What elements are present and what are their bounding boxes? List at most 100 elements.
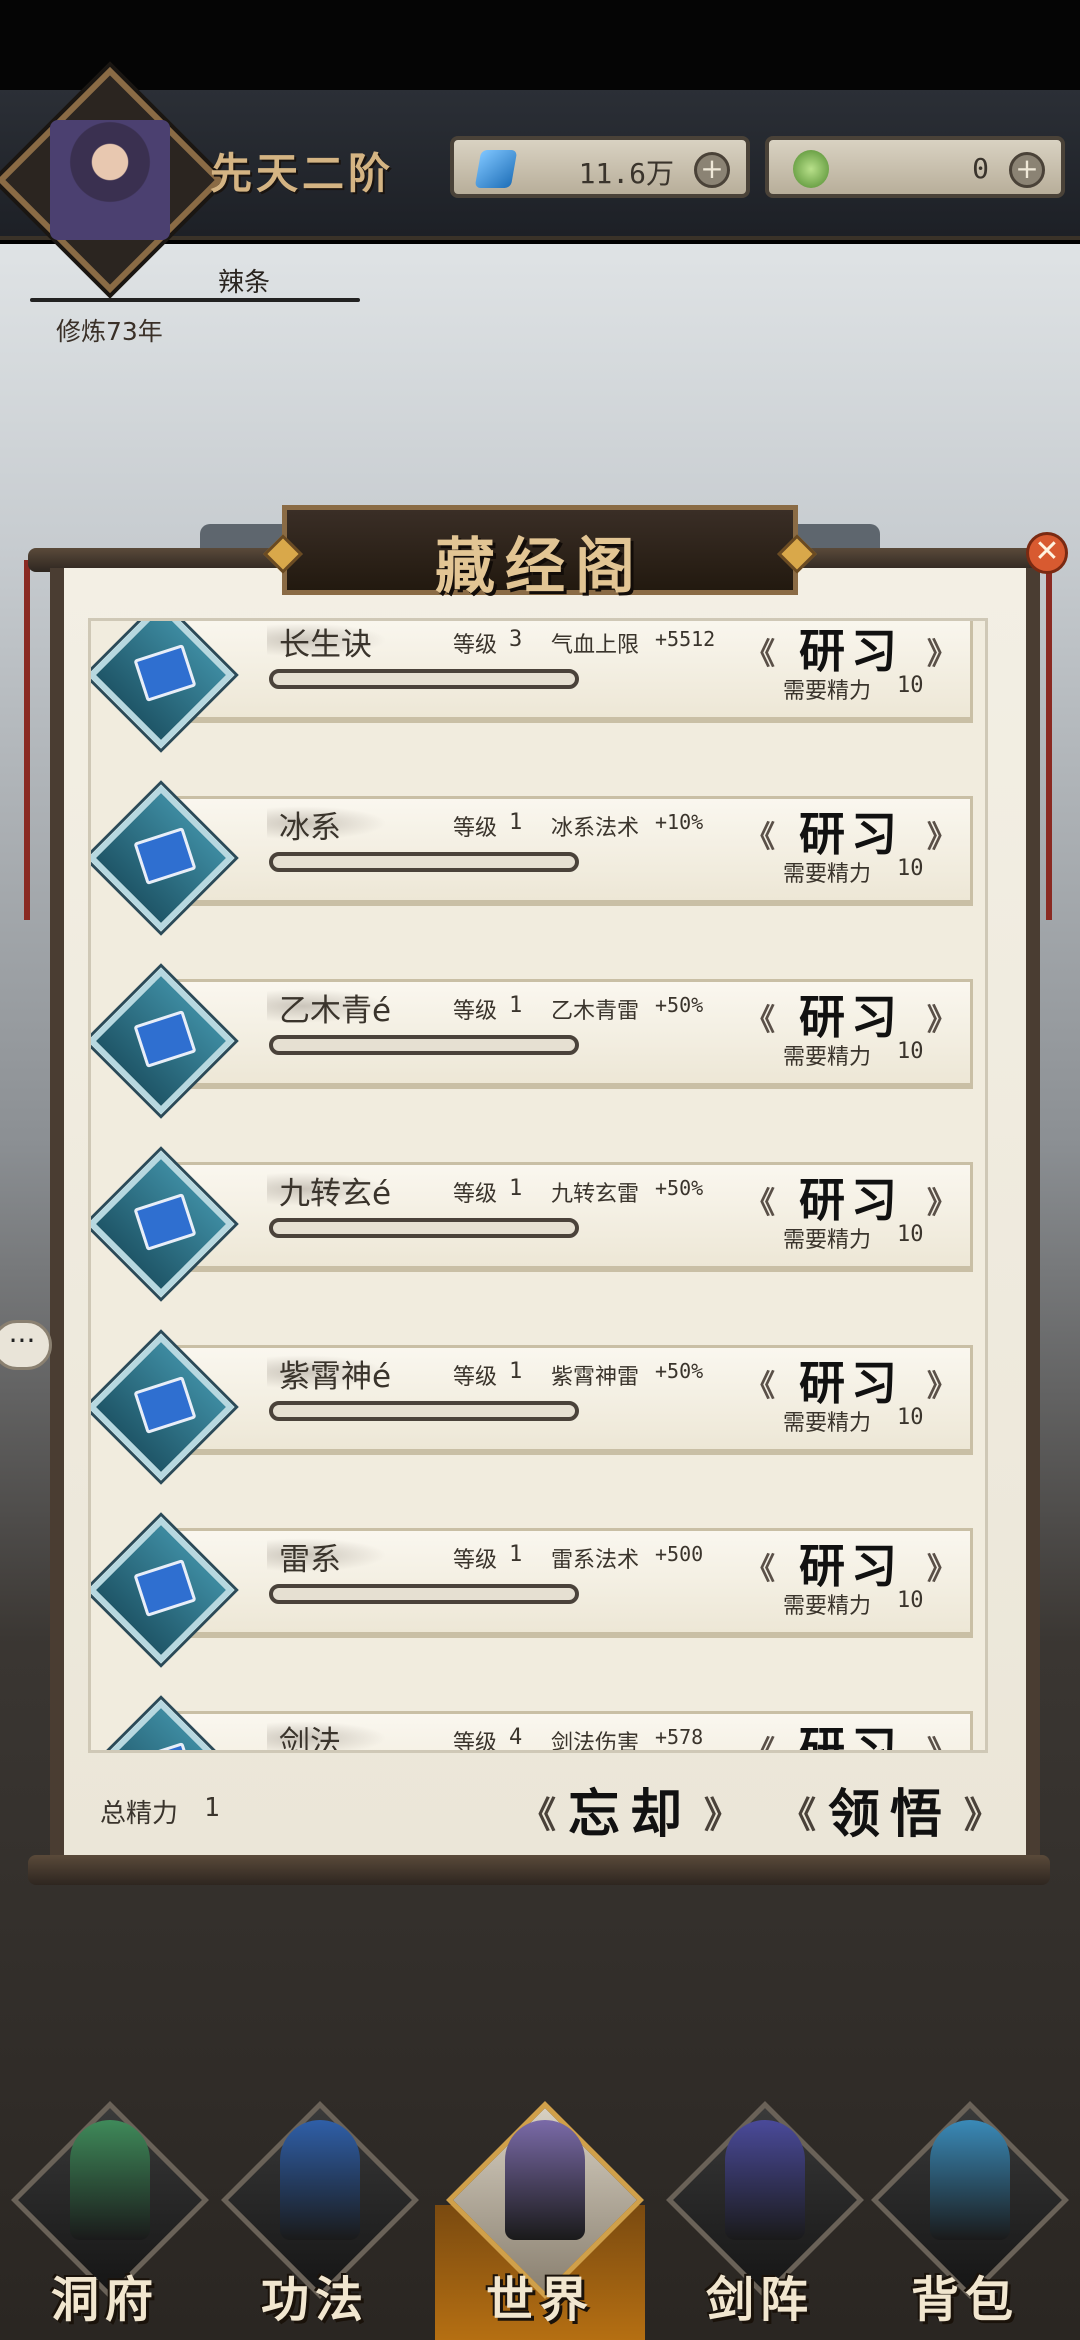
effect-value: +50% (655, 993, 704, 1017)
effect-value: +500 (655, 1542, 704, 1566)
player-name: 辣条 (218, 268, 271, 298)
nav-item-2[interactable]: 世界 (445, 2101, 644, 2328)
cost-value: 10 (897, 673, 924, 698)
study-label: 研习 (799, 1173, 903, 1227)
study-label: 研习 (799, 807, 903, 861)
skill-row[interactable]: 乙木青é 等级 1 乙木青雷 +50% 《研习》需要精力 10 (91, 967, 985, 1115)
comprehend-button[interactable]: 《 领悟 》 (780, 1772, 1000, 1845)
chevron-right-icon: 》 (927, 1552, 957, 1587)
skill-row[interactable]: 冰系 等级 1 冰系法术 +10% 《研习》需要精力 10 (91, 784, 985, 932)
level-value: 3 (509, 627, 523, 652)
effect-label: 九转玄雷 (551, 1182, 640, 1207)
skill-progress-bar (269, 669, 579, 689)
skill-name: 冰系 (279, 810, 341, 846)
cost-value: 10 (897, 1222, 924, 1247)
skill-row[interactable]: 长生诀 等级 3 气血上限 +5512 《研习》需要精力 10 (91, 621, 985, 749)
skill-row[interactable]: 九转玄é 等级 1 九转玄雷 +50% 《研习》需要精力 10 (91, 1150, 985, 1298)
cost-label: 需要精力 (783, 1228, 872, 1253)
nav-item-0[interactable]: 洞府 (10, 2101, 209, 2328)
nav-emblem-icon (505, 2120, 585, 2240)
nav-label: 洞府 (50, 2272, 159, 2328)
skill-list[interactable]: 长生诀 等级 3 气血上限 +5512 《研习》需要精力 10 冰系 等级 1 冰系法术 +10% 《研… (88, 618, 988, 1753)
level-label: 等级 (453, 1731, 498, 1753)
cost-value: 10 (897, 1588, 924, 1613)
jade-stone-icon (474, 150, 518, 188)
skill-row[interactable]: 紫霄神é 等级 1 紫霄神雷 +50% 《研习》需要精力 10 (91, 1333, 985, 1481)
skill-name: 剑法 (279, 1725, 341, 1753)
level-value: 1 (509, 1359, 523, 1384)
level-label: 等级 (453, 1182, 498, 1207)
level-label: 等级 (453, 1548, 498, 1573)
status-bar-area (0, 0, 1080, 90)
study-button[interactable]: 《研习》 (745, 1166, 957, 1227)
chevron-right-icon: 》 (927, 1003, 957, 1038)
skill-progress-bar (269, 852, 579, 872)
cost-label: 需要精力 (783, 1411, 872, 1436)
total-energy-label: 总精力 (100, 1799, 179, 1829)
study-button[interactable]: 《研习》 (745, 621, 957, 678)
level-value: 1 (509, 1542, 523, 1567)
level-value: 1 (509, 993, 523, 1018)
avatar[interactable] (50, 120, 170, 240)
effect-label: 雷系法术 (551, 1548, 640, 1573)
effect-value: +50% (655, 1176, 704, 1200)
cost-value: 10 (897, 856, 924, 881)
nav-item-3[interactable]: 剑阵 (665, 2101, 864, 2328)
cost-value: 10 (897, 1405, 924, 1430)
level-label: 等级 (453, 816, 498, 841)
effect-label: 剑法伤害 (551, 1731, 640, 1753)
cost-label: 需要精力 (783, 679, 872, 704)
skill-name: 雷系 (279, 1542, 341, 1578)
chevron-right-icon: 》 (927, 637, 957, 672)
nav-emblem-icon (930, 2120, 1010, 2240)
study-label: 研习 (799, 990, 903, 1044)
study-button[interactable]: 《研习》 (745, 1349, 957, 1410)
cost-value: 10 (897, 1039, 924, 1064)
forget-button[interactable]: 《 忘却 》 (520, 1772, 740, 1845)
skill-row[interactable]: 剑法等级4剑法伤害+578《研习》需要精力10 (91, 1699, 985, 1753)
level-value: 1 (509, 810, 523, 835)
nav-emblem-icon (725, 2120, 805, 2240)
nav-label: 背包 (910, 2272, 1019, 2328)
nav-label: 剑阵 (705, 2272, 814, 2328)
study-button[interactable]: 《研习》 (745, 1532, 957, 1593)
chevron-right-icon: 》 (927, 820, 957, 855)
close-button[interactable]: ✕ (1026, 532, 1068, 574)
scroll-cord-left (24, 560, 30, 920)
study-button[interactable]: 《研习》 (745, 800, 957, 861)
skill-name: 紫霄神é (279, 1359, 392, 1395)
skill-row[interactable]: 雷系 等级 1 雷系法术 +500 《研习》需要精力 10 (91, 1516, 985, 1664)
add-jade-button[interactable]: + (694, 152, 730, 188)
effect-label: 冰系法术 (551, 816, 640, 841)
cost-label: 需要精力 (783, 862, 872, 887)
panel-title-plate: 藏经阁 (263, 505, 817, 602)
effect-label: 乙木青雷 (551, 999, 640, 1024)
spirit-stone-icon (793, 150, 829, 188)
bottom-nav: 洞府 功法 世界 剑阵 背包 (0, 2070, 1080, 2340)
chat-button[interactable]: ··· (0, 1320, 52, 1370)
effect-label: 紫霄神雷 (551, 1365, 640, 1390)
add-spirit-button[interactable]: + (1009, 152, 1045, 188)
nav-item-4[interactable]: 背包 (870, 2101, 1069, 2328)
effect-value: +5512 (655, 627, 716, 651)
spirit-resource: 0 + (765, 136, 1065, 198)
nav-item-1[interactable]: 功法 (220, 2101, 419, 2328)
cost-label: 需要精力 (783, 1045, 872, 1070)
study-label: 研习 (799, 1356, 903, 1410)
spirit-value: 0 (972, 152, 989, 185)
study-button[interactable]: 《研习》 (745, 983, 957, 1044)
effect-value: +578 (655, 1725, 704, 1749)
study-button[interactable]: 《研习》 (745, 1715, 957, 1750)
chevron-right-icon: 》 (963, 1795, 1000, 1836)
jade-value: 11.6万 (578, 157, 674, 190)
study-label: 研习 (799, 624, 903, 678)
scroll-cord-right (1046, 560, 1052, 920)
scroll-rod-bottom (28, 1855, 1050, 1885)
realm-label: 先天二阶 (210, 149, 395, 198)
effect-label: 气血上限 (551, 633, 640, 658)
chevron-right-icon: 》 (927, 1369, 957, 1404)
study-label: 研习 (799, 1539, 903, 1593)
effect-value: +10% (655, 810, 704, 834)
skill-progress-bar (269, 1218, 579, 1238)
level-value: 1 (509, 1176, 523, 1201)
